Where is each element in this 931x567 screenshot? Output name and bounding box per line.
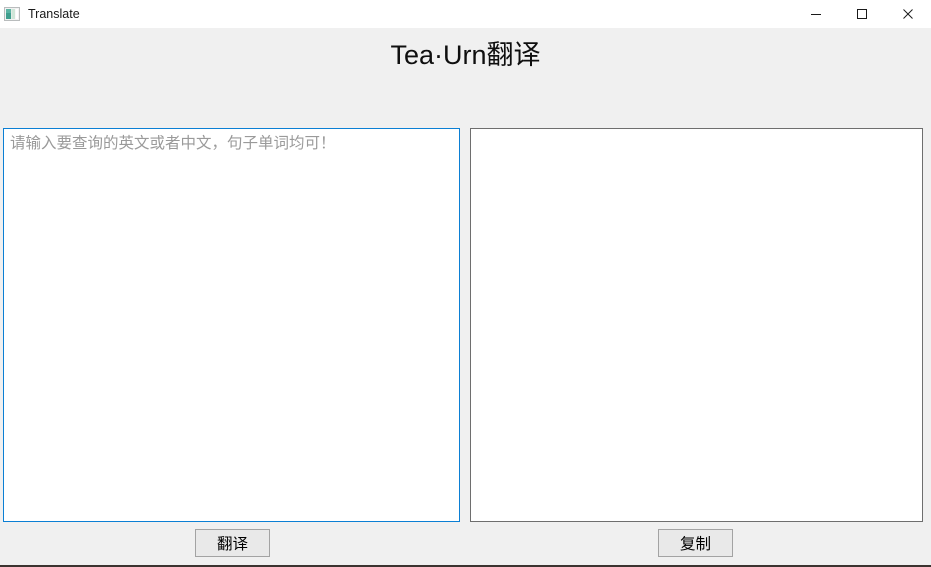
translate-button[interactable]: 翻译: [195, 529, 270, 557]
maximize-button[interactable]: [839, 0, 885, 28]
minimize-icon: [811, 14, 821, 15]
copy-button[interactable]: 复制: [658, 529, 733, 557]
maximize-icon: [857, 9, 867, 19]
window-title: Translate: [28, 7, 80, 21]
translation-output[interactable]: [470, 128, 923, 522]
title-bar: Translate: [0, 0, 931, 28]
minimize-button[interactable]: [793, 0, 839, 28]
translate-window: Translate Tea·Urn翻译 请输入要查询的英文或者中文，句子单词均可…: [0, 0, 931, 567]
page-title: Tea·Urn翻译: [390, 40, 541, 70]
window-controls: [793, 0, 931, 28]
title-bar-left: Translate: [0, 6, 793, 22]
close-button[interactable]: [885, 0, 931, 28]
source-text-input[interactable]: [3, 128, 460, 522]
close-icon: [903, 9, 913, 19]
app-logo-icon: [4, 6, 20, 22]
